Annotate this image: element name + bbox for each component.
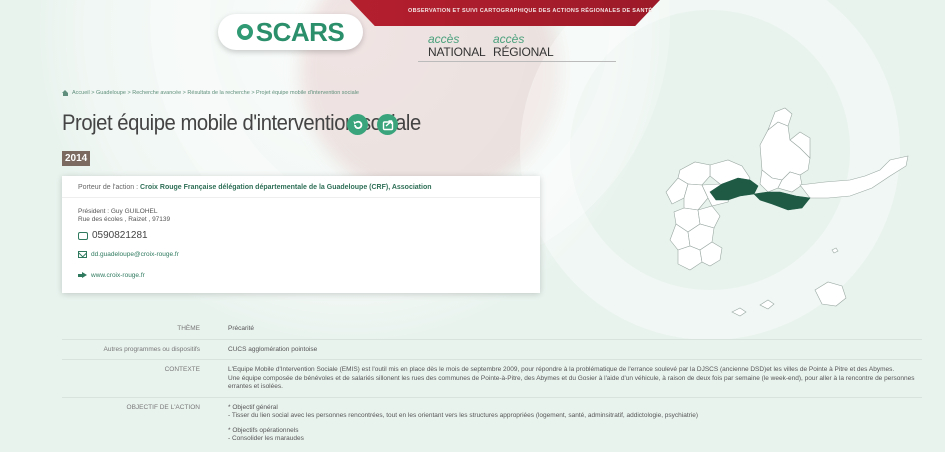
phone-icon [78,231,88,240]
header-divider [418,61,616,62]
website-link[interactable]: www.croix-rouge.fr [91,272,145,279]
details-table: THÈME Précarité Autres programmes ou dis… [62,319,922,449]
detail-label: Autres programmes ou dispositifs [103,345,200,353]
detail-value: Précarité [228,325,255,332]
header-tagline: Observation et suivi cartographique des … [408,8,653,14]
home-icon[interactable] [62,90,69,96]
breadcrumb-text[interactable]: Accueil > Guadeloupe > Recherche avancée… [72,90,359,96]
back-arrow-icon [353,120,362,129]
export-icon [382,119,393,130]
guadeloupe-map[interactable] [650,100,920,325]
detail-value: * Objectif général - Tisser du lien soci… [222,398,922,449]
email-row[interactable]: dd.guadeloupe@croix-rouge.fr [78,251,179,258]
scars-logo[interactable]: SCARS [218,14,363,50]
address: Rue des écoles , Raizet , 97139 [78,216,171,223]
porteur-card: Porteur de l'action : Croix Rouge França… [62,176,540,293]
logo-text: SCARS [255,16,345,47]
map-communes[interactable] [665,107,909,271]
president: Président : Guy GUILOHEL [78,208,158,215]
objectif-line: * Objectifs opérationnels [228,426,299,434]
map-islands[interactable] [731,247,847,317]
detail-label: CONTEXTE [164,366,200,373]
detail-row-contexte: CONTEXTE L'Equipe Mobile d'Intervention … [62,360,922,398]
detail-value: L'Equipe Mobile d'Intervention Sociale (… [222,360,922,397]
access-regional-small: accès [493,32,525,46]
breadcrumb[interactable]: Accueil > Guadeloupe > Recherche avancée… [62,90,359,96]
card-divider [62,197,540,198]
objectif-line: * Objectif général [228,403,278,411]
external-link-icon [78,272,87,279]
porteur-label: Porteur de l'action : [78,184,141,191]
address-block: Président : Guy GUILOHEL Rue des écoles … [78,208,170,224]
back-button[interactable] [347,114,368,135]
detail-row-autres: Autres programmes ou dispositifs CUCS ag… [62,340,922,360]
detail-row-theme: THÈME Précarité [62,319,922,340]
website-row[interactable]: www.croix-rouge.fr [78,272,145,279]
logo-icon [236,24,253,40]
detail-label: THÈME [177,325,200,332]
objectif-line: - Consolider les maraudes [228,435,304,442]
export-button[interactable] [377,114,398,135]
access-national-link[interactable]: accès NATIONAL [428,32,486,59]
access-regional-label: RÉGIONAL [493,45,554,59]
detail-row-objectif: OBJECTIF DE L'ACTION * Objectif général … [62,398,922,449]
detail-value: CUCS agglomération pointoise [228,345,318,353]
email-link[interactable]: dd.guadeloupe@croix-rouge.fr [91,251,179,258]
phone-row: 0590821281 [78,230,148,241]
access-national-label: NATIONAL [428,45,486,59]
year-badge: 2014 [62,151,91,166]
porteur-organization[interactable]: Croix Rouge Française délégation départe… [140,184,431,191]
contexte-paragraph: Une équipe composée de bénévoles et de s… [228,374,915,391]
porteur-line: Porteur de l'action : Croix Rouge França… [78,184,432,191]
access-national-small: accès [428,32,460,46]
access-regional-link[interactable]: accès RÉGIONAL [493,32,554,59]
detail-label: OBJECTIF DE L'ACTION [126,403,200,411]
objectif-line: - Tisser du lien social avec les personn… [228,412,699,419]
contexte-paragraph: L'Equipe Mobile d'Intervention Sociale (… [228,366,895,373]
mail-icon [78,251,87,258]
phone-number: 0590821281 [92,230,148,241]
